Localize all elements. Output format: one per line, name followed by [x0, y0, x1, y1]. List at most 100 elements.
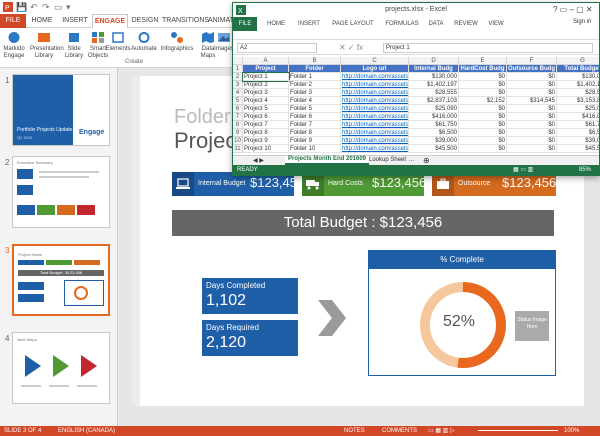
table-cell[interactable]: Folder 4 [289, 97, 341, 105]
sheet-tab-projects[interactable]: Projects Month End 201609 [285, 156, 370, 165]
table-cell[interactable]: Project 4 [243, 97, 289, 105]
sheet-tab-more[interactable]: ... [409, 157, 414, 163]
table-cell[interactable]: $0 [459, 89, 507, 97]
spreadsheet-grid[interactable]: A B C D E F G 1 2 3 4 5 6 7 8 9 10 11 Project Folder Logo ur… [233, 57, 599, 155]
table-cell[interactable]: $6,500 [409, 129, 459, 137]
table-cell[interactable]: $6,500 [557, 129, 599, 137]
row-header[interactable]: 11 [233, 145, 243, 153]
name-box[interactable]: A2 [237, 43, 317, 53]
table-cell[interactable]: Folder 3 [289, 89, 341, 97]
table-cell[interactable]: http://domain.com/assets [341, 73, 409, 81]
column-header[interactable]: G [557, 57, 599, 65]
column-header[interactable]: A [243, 57, 289, 65]
table-cell[interactable]: $0 [507, 137, 557, 145]
column-header[interactable]: F [507, 57, 557, 65]
zoom-level[interactable]: 85% [579, 165, 591, 175]
table-cell[interactable]: $28,555 [409, 89, 459, 97]
row-header[interactable]: 7 [233, 113, 243, 121]
select-all-corner[interactable] [233, 57, 243, 65]
table-cell[interactable]: http://domain.com/assets [341, 81, 409, 89]
table-cell[interactable]: $0 [507, 89, 557, 97]
table-cell[interactable]: $39,000 [557, 137, 599, 145]
row-header[interactable]: 1 [233, 65, 243, 73]
tab-animations[interactable]: ANIMATI [208, 14, 236, 28]
slide-thumbnail-1[interactable]: Portfolio Projects Update Q2 2015 Engage [12, 74, 110, 146]
row-header[interactable]: 3 [233, 81, 243, 89]
table-cell[interactable]: $39,000 [409, 137, 459, 145]
undo-icon[interactable]: ↶ [30, 2, 38, 13]
tab-view[interactable]: VIEW [485, 17, 507, 31]
view-icons[interactable]: ▭ ▦ ▥ ▷ [428, 426, 455, 436]
table-cell[interactable]: Project 9 [243, 137, 289, 145]
table-cell[interactable]: Project 1 [242, 72, 290, 82]
table-cell[interactable]: Folder 6 [289, 113, 341, 121]
table-cell[interactable]: $3,153,800 [557, 97, 599, 105]
table-cell[interactable]: $1,402,197 [557, 81, 599, 89]
table-cell[interactable]: $0 [459, 145, 507, 153]
tab-home[interactable]: HOME [263, 17, 289, 31]
tab-data[interactable]: DATA [425, 17, 447, 31]
formula-controls[interactable]: ✕ ✓ fx [339, 43, 363, 52]
table-header-cell[interactable]: Project [243, 65, 289, 73]
formula-input[interactable]: Project 1 [383, 43, 593, 53]
column-header[interactable]: D [409, 57, 459, 65]
table-cell[interactable]: $0 [459, 137, 507, 145]
table-cell[interactable]: $61,750 [557, 121, 599, 129]
table-cell[interactable]: Project 10 [243, 145, 289, 153]
tab-insert[interactable]: INSERT [60, 14, 90, 28]
column-header[interactable]: B [289, 57, 341, 65]
table-header-cell[interactable]: Total Budget [557, 65, 599, 73]
table-header-cell[interactable]: Logo url [341, 65, 409, 73]
table-cell[interactable]: http://domain.com/assets [341, 121, 409, 129]
tab-page-layout[interactable]: PAGE LAYOUT [329, 17, 377, 31]
table-cell[interactable]: $0 [459, 81, 507, 89]
infographics-button[interactable]: Infographics [160, 30, 194, 66]
table-cell[interactable]: $0 [459, 129, 507, 137]
table-cell[interactable]: http://domain.com/assets [341, 97, 409, 105]
tab-insert[interactable]: INSERT [295, 17, 323, 31]
tab-review[interactable]: REVIEW [451, 17, 481, 31]
zoom-level[interactable]: 100% [564, 426, 579, 436]
table-cell[interactable]: $0 [459, 105, 507, 113]
save-icon[interactable]: 💾 [16, 2, 27, 13]
table-cell[interactable]: $0 [459, 121, 507, 129]
table-cell[interactable]: http://domain.com/assets [341, 145, 409, 153]
notes-button[interactable]: NOTES [344, 426, 365, 436]
slide-thumbnail-2[interactable]: Executive Summary [12, 156, 110, 228]
zoom-slider[interactable] [478, 430, 558, 431]
table-cell[interactable]: $314,545 [507, 97, 557, 105]
table-cell[interactable]: Folder 9 [289, 137, 341, 145]
sheet-nav-arrows[interactable]: ◀ ▶ [253, 157, 264, 164]
column-header[interactable]: E [459, 57, 507, 65]
table-cell[interactable]: $2,837,103 [409, 97, 459, 105]
row-header[interactable]: 10 [233, 137, 243, 145]
sign-in-link[interactable]: Sign in [573, 19, 591, 25]
table-cell[interactable]: http://domain.com/assets [341, 137, 409, 145]
table-cell[interactable]: $25,090 [409, 105, 459, 113]
column-header[interactable]: C [341, 57, 409, 65]
table-cell[interactable]: Project 8 [243, 129, 289, 137]
row-header[interactable]: 2 [233, 73, 243, 81]
table-cell[interactable]: Project 7 [243, 121, 289, 129]
table-cell[interactable]: Project 2 [243, 81, 289, 89]
markido-engage-button[interactable]: Markido Engage [0, 30, 28, 66]
table-cell[interactable]: $0 [507, 73, 557, 81]
table-cell[interactable]: $0 [459, 73, 507, 81]
presentation-library-button[interactable]: Presentation Library [30, 30, 64, 66]
table-cell[interactable]: $61,750 [409, 121, 459, 129]
table-cell[interactable]: $45,500 [557, 145, 599, 153]
table-header-cell[interactable]: Folder [289, 65, 341, 73]
row-header[interactable]: 9 [233, 129, 243, 137]
table-cell[interactable]: Project 6 [243, 113, 289, 121]
add-sheet-icon[interactable]: ⊕ [423, 156, 430, 165]
language[interactable]: ENGLISH (CANADA) [58, 426, 115, 436]
tab-design[interactable]: DESIGN [130, 14, 160, 28]
slide-thumbnail-3[interactable]: Project Name Total Budget : $123,456 [12, 244, 110, 316]
table-cell[interactable]: Folder 5 [289, 105, 341, 113]
tab-engage[interactable]: ENGAGE [92, 14, 128, 28]
row-header[interactable]: 4 [233, 89, 243, 97]
table-cell[interactable]: Folder 2 [289, 81, 341, 89]
view-icons[interactable]: ▦ ▭ ▥ [513, 165, 533, 175]
table-cell[interactable]: $130,000 [409, 73, 459, 81]
table-cell[interactable]: $0 [507, 81, 557, 89]
